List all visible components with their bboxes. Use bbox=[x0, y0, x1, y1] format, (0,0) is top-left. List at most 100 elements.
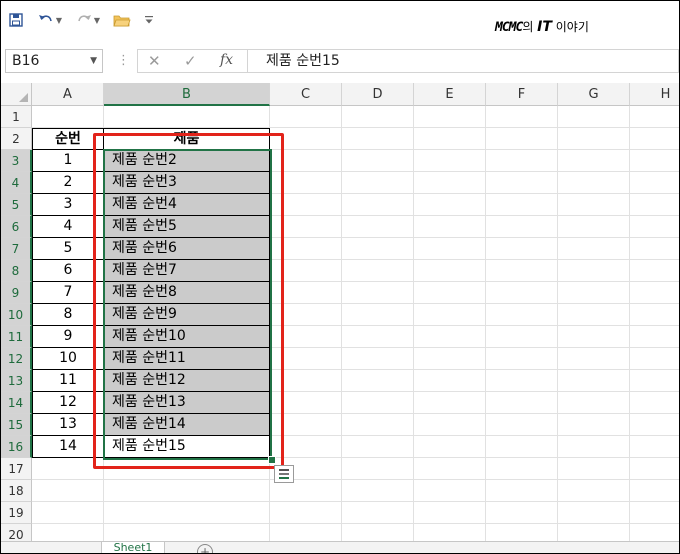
cell[interactable] bbox=[486, 348, 558, 370]
cell[interactable] bbox=[104, 480, 270, 502]
cell[interactable] bbox=[270, 150, 342, 172]
cell[interactable] bbox=[486, 106, 558, 128]
row-header-13[interactable]: 13 bbox=[1, 370, 32, 392]
column-header-h[interactable]: H bbox=[630, 83, 679, 106]
table-cell-number[interactable]: 12 bbox=[32, 392, 104, 414]
table-cell-number[interactable]: 9 bbox=[32, 326, 104, 348]
cell[interactable] bbox=[414, 216, 486, 238]
cell[interactable] bbox=[270, 194, 342, 216]
cell[interactable] bbox=[32, 106, 104, 128]
cell[interactable] bbox=[486, 326, 558, 348]
cell[interactable] bbox=[558, 326, 630, 348]
cell[interactable] bbox=[630, 326, 679, 348]
row-header-4[interactable]: 4 bbox=[1, 172, 32, 194]
table-cell-product[interactable]: 제품 순번7 bbox=[104, 260, 270, 282]
cell[interactable] bbox=[270, 370, 342, 392]
cell[interactable] bbox=[486, 150, 558, 172]
cell[interactable] bbox=[270, 436, 342, 458]
cell[interactable] bbox=[414, 106, 486, 128]
table-cell-product[interactable]: 제품 순번10 bbox=[104, 326, 270, 348]
cell[interactable] bbox=[630, 106, 679, 128]
cell[interactable] bbox=[558, 172, 630, 194]
row-header-6[interactable]: 6 bbox=[1, 216, 32, 238]
cell[interactable] bbox=[342, 326, 414, 348]
table-cell-product[interactable]: 제품 순번13 bbox=[104, 392, 270, 414]
cell[interactable] bbox=[32, 502, 104, 524]
table-cell-product[interactable]: 제품 순번8 bbox=[104, 282, 270, 304]
table-cell-number[interactable]: 6 bbox=[32, 260, 104, 282]
cell[interactable] bbox=[486, 370, 558, 392]
row-header-17[interactable]: 17 bbox=[1, 458, 32, 480]
cell[interactable] bbox=[630, 216, 679, 238]
fill-handle[interactable] bbox=[268, 456, 276, 464]
cell[interactable] bbox=[414, 370, 486, 392]
row-header-11[interactable]: 11 bbox=[1, 326, 32, 348]
open-folder-icon[interactable] bbox=[111, 10, 133, 30]
row-header-16[interactable]: 16 bbox=[1, 436, 32, 458]
customize-toolbar-icon[interactable] bbox=[141, 10, 157, 30]
cell[interactable] bbox=[558, 216, 630, 238]
table-cell-product[interactable]: 제품 순번3 bbox=[104, 172, 270, 194]
cell[interactable] bbox=[270, 414, 342, 436]
row-header-10[interactable]: 10 bbox=[1, 304, 32, 326]
cell[interactable] bbox=[414, 128, 486, 150]
cell[interactable] bbox=[630, 458, 679, 480]
cell[interactable] bbox=[414, 172, 486, 194]
cell[interactable] bbox=[342, 260, 414, 282]
table-cell-number[interactable]: 2 bbox=[32, 172, 104, 194]
row-header-2[interactable]: 2 bbox=[1, 128, 32, 150]
row-header-12[interactable]: 12 bbox=[1, 348, 32, 370]
column-header-e[interactable]: E bbox=[414, 83, 486, 106]
enter-icon[interactable]: ✓ bbox=[184, 52, 197, 70]
formula-input[interactable]: 제품 순번15 bbox=[247, 49, 679, 73]
formula-bar-grip-icon[interactable]: ⋮ bbox=[117, 53, 130, 68]
undo-icon[interactable]: ▼ bbox=[35, 10, 65, 30]
table-cell-product[interactable]: 제품 순번15 bbox=[104, 436, 270, 458]
cell[interactable] bbox=[414, 194, 486, 216]
cell[interactable] bbox=[414, 304, 486, 326]
cell[interactable] bbox=[270, 216, 342, 238]
cell[interactable] bbox=[486, 480, 558, 502]
cell[interactable] bbox=[270, 480, 342, 502]
row-header-7[interactable]: 7 bbox=[1, 238, 32, 260]
column-header-d[interactable]: D bbox=[342, 83, 414, 106]
cell[interactable] bbox=[558, 260, 630, 282]
worksheet-grid[interactable]: ABCDEFGH 1 2 3 4 5 6 7 8 9 10 11 12 13 14 15 16 17 18 19 20… bbox=[1, 83, 679, 553]
cell[interactable] bbox=[342, 106, 414, 128]
table-cell-number[interactable]: 13 bbox=[32, 414, 104, 436]
cell[interactable] bbox=[486, 502, 558, 524]
cell[interactable] bbox=[486, 414, 558, 436]
cell[interactable] bbox=[558, 304, 630, 326]
row-header-8[interactable]: 8 bbox=[1, 260, 32, 282]
column-header-c[interactable]: C bbox=[270, 83, 342, 106]
cell[interactable] bbox=[270, 106, 342, 128]
cell[interactable] bbox=[414, 392, 486, 414]
row-header-19[interactable]: 19 bbox=[1, 502, 32, 524]
row-header-5[interactable]: 5 bbox=[1, 194, 32, 216]
cell[interactable] bbox=[342, 128, 414, 150]
save-icon[interactable] bbox=[7, 10, 25, 30]
cell[interactable] bbox=[630, 172, 679, 194]
cell[interactable] bbox=[486, 128, 558, 150]
cell[interactable] bbox=[342, 150, 414, 172]
auto-fill-options-icon[interactable] bbox=[274, 465, 294, 483]
cell[interactable] bbox=[270, 502, 342, 524]
cell[interactable] bbox=[630, 194, 679, 216]
cell[interactable] bbox=[630, 150, 679, 172]
cell[interactable] bbox=[414, 260, 486, 282]
cell[interactable] bbox=[342, 304, 414, 326]
cell[interactable] bbox=[342, 458, 414, 480]
row-header-15[interactable]: 15 bbox=[1, 414, 32, 436]
table-header-number[interactable]: 순번 bbox=[32, 128, 104, 150]
cell[interactable] bbox=[558, 392, 630, 414]
table-cell-product[interactable]: 제품 순번5 bbox=[104, 216, 270, 238]
cell[interactable] bbox=[630, 480, 679, 502]
table-cell-number[interactable]: 14 bbox=[32, 436, 104, 458]
cell[interactable] bbox=[630, 348, 679, 370]
cell[interactable] bbox=[270, 392, 342, 414]
table-cell-product[interactable]: 제품 순번11 bbox=[104, 348, 270, 370]
cell[interactable] bbox=[558, 150, 630, 172]
table-cell-product[interactable]: 제품 순번9 bbox=[104, 304, 270, 326]
cell[interactable] bbox=[342, 436, 414, 458]
cell[interactable] bbox=[486, 392, 558, 414]
